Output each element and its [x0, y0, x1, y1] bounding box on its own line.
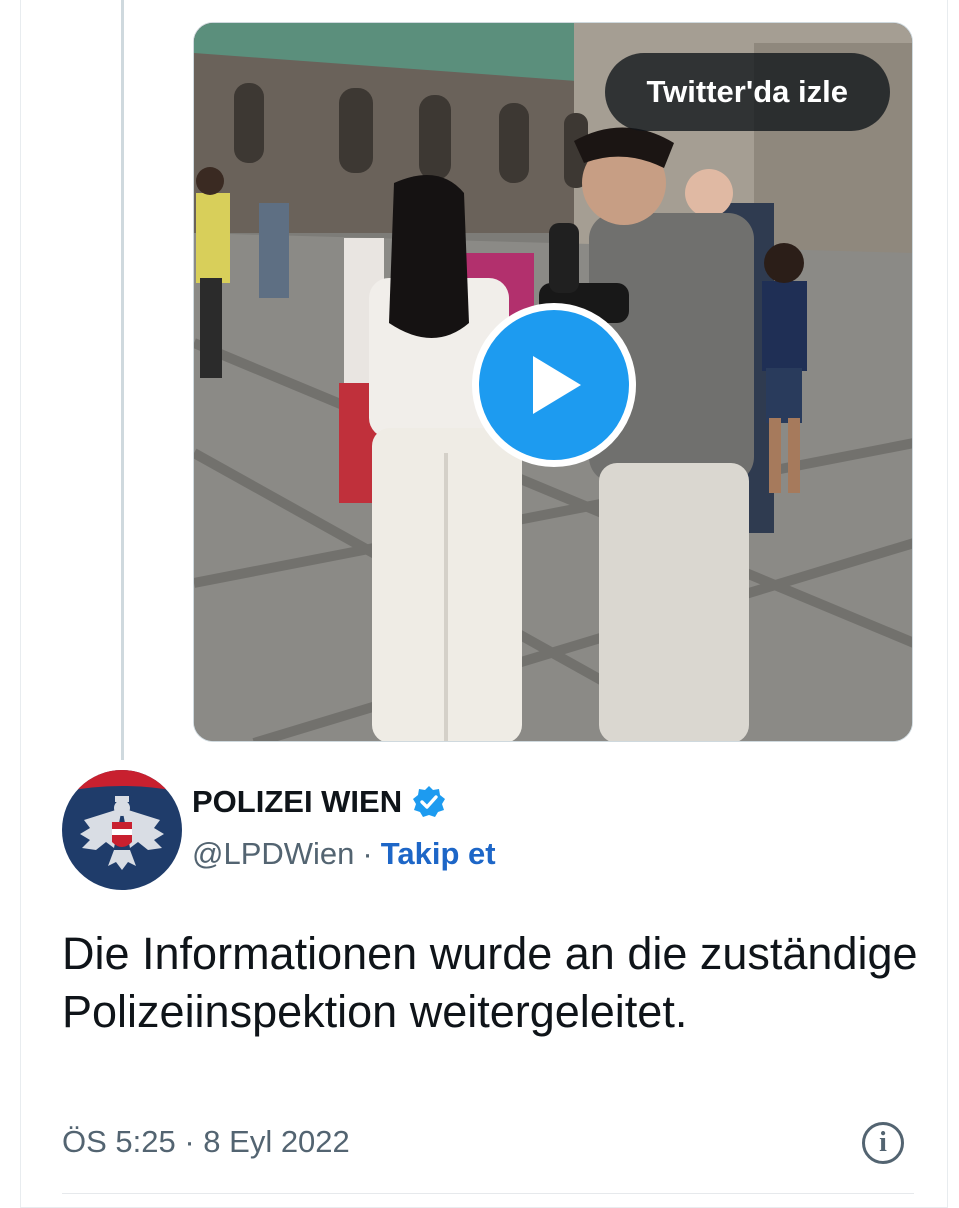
- tweet-text: Die Informationen wurde an die zuständig…: [62, 928, 918, 1037]
- watch-on-twitter-button[interactable]: Twitter'da izle: [604, 53, 890, 131]
- austrian-eagle-logo: [62, 770, 182, 890]
- author-display-name[interactable]: POLIZEI WIEN: [192, 784, 402, 820]
- play-icon: [533, 356, 581, 414]
- divider: [62, 1193, 914, 1194]
- verified-badge-icon: [413, 786, 446, 817]
- tweet-timestamp[interactable]: ÖS 5:25 · 8 Eyl 2022: [62, 1124, 350, 1160]
- play-button[interactable]: [472, 303, 636, 467]
- info-glyph: i: [879, 1127, 887, 1158]
- avatar[interactable]: [62, 770, 182, 890]
- author-name-row: POLIZEI WIEN: [192, 784, 446, 820]
- author-handle-row: @LPDWien · Takip et: [192, 836, 496, 872]
- follow-button[interactable]: Takip et: [381, 836, 496, 872]
- thread-connector-line: [121, 0, 124, 760]
- separator-dot: ·: [362, 836, 373, 871]
- video-player[interactable]: Twitter'da izle: [193, 22, 913, 742]
- info-icon[interactable]: i: [862, 1122, 904, 1164]
- author-handle[interactable]: @LPDWien: [192, 836, 354, 872]
